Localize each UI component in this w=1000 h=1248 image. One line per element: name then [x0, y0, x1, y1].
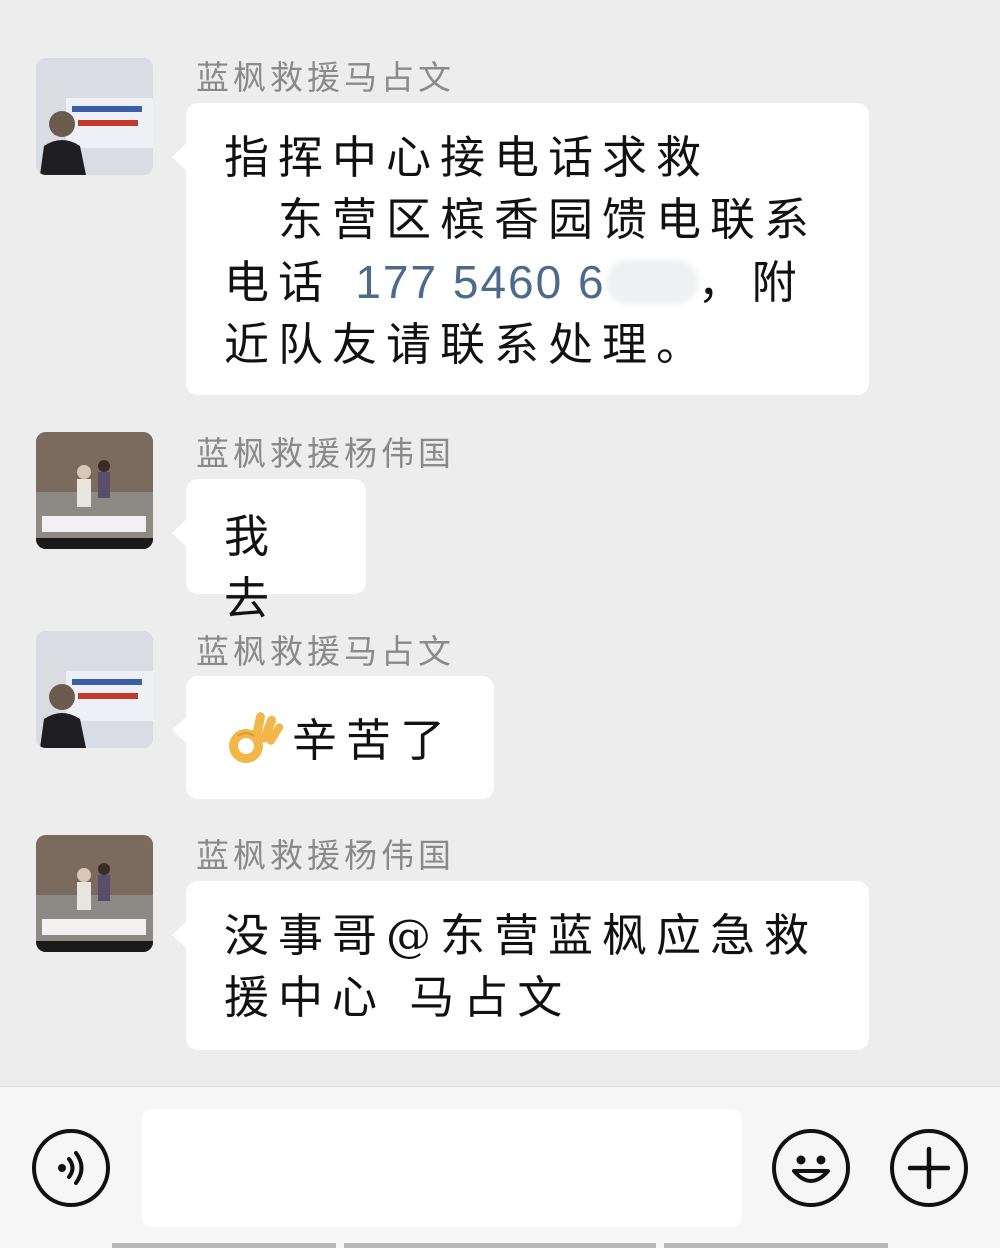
message-line: 援中心 马占文	[224, 971, 572, 1024]
avatar[interactable]	[36, 835, 153, 952]
sender-name: 蓝枫救援杨伟国	[196, 836, 455, 875]
message-line: 指挥中心接电话求救	[224, 131, 711, 184]
sender-name: 蓝枫救援马占文	[196, 58, 455, 97]
message-bubble[interactable]: 没事哥@东营蓝枫应急救 援中心 马占文	[172, 881, 869, 1050]
sender-name: 蓝枫救援马占文	[196, 632, 455, 671]
ok-hand-emoji	[224, 706, 286, 768]
message-line: 东营区槟香园馈电联系	[224, 193, 819, 246]
message-text: 电话	[224, 256, 333, 309]
input-bar	[0, 1086, 1000, 1248]
message-bubble[interactable]: 指挥中心接电话求救 东营区槟香园馈电联系 电话 177 5460 6 ，附 近队友…	[172, 103, 869, 395]
message-bubble[interactable]: 我去	[172, 479, 366, 625]
person-photo-avatar	[36, 58, 153, 175]
keyboard-edge	[664, 1243, 888, 1248]
message-input[interactable]	[142, 1109, 742, 1227]
message-text: 我去	[224, 510, 279, 625]
phone-link[interactable]: 177 5460 6	[355, 256, 605, 308]
message-line: 没事哥@东营蓝枫应急救	[224, 909, 819, 962]
person-photo-avatar	[36, 631, 153, 748]
road-photo-avatar	[36, 835, 153, 952]
message-line: 电话 177 5460 6 ，附	[224, 251, 833, 314]
keyboard-edge	[344, 1243, 656, 1248]
chat-area[interactable]: 蓝枫救援马占文 指挥中心接电话求救 东营区槟香园馈电联系 电话 177 5460…	[0, 0, 1000, 1086]
message-line: 辛苦了	[224, 706, 458, 772]
sender-name: 蓝枫救援杨伟国	[196, 434, 455, 473]
more-button[interactable]	[890, 1129, 968, 1207]
message-bubble[interactable]: 辛苦了	[172, 676, 494, 799]
avatar[interactable]	[36, 58, 153, 175]
keyboard-edge	[112, 1243, 336, 1248]
avatar[interactable]	[36, 432, 153, 549]
voice-button[interactable]	[32, 1129, 110, 1207]
message-text: 辛苦了	[292, 714, 455, 767]
redaction-blur	[605, 260, 698, 304]
voice-icon	[58, 1151, 84, 1185]
road-photo-avatar	[36, 432, 153, 549]
emoji-smile-icon	[792, 1155, 830, 1183]
avatar[interactable]	[36, 631, 153, 748]
message-text: ，附	[697, 256, 806, 309]
plus-icon	[907, 1146, 951, 1190]
emoji-button[interactable]	[772, 1129, 850, 1207]
message-line: 近队友请联系处理。	[224, 318, 711, 371]
